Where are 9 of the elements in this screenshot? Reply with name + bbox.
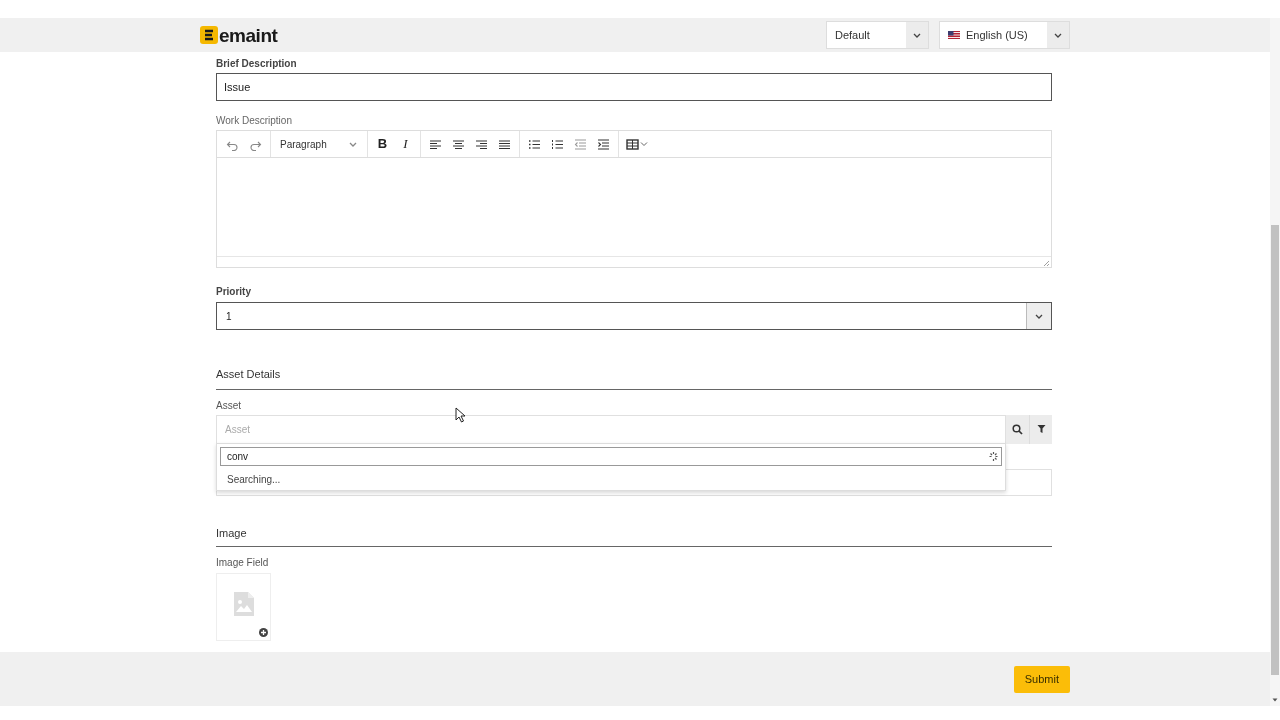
logo-text: emaint xyxy=(219,25,278,45)
field-label: Work Description xyxy=(216,114,292,128)
field-label: Asset xyxy=(216,398,241,413)
field-label: Image Field xyxy=(216,556,269,570)
field-label: Priority xyxy=(216,285,251,299)
section-heading: Image xyxy=(216,525,247,541)
field-label: Brief Description xyxy=(216,57,297,71)
section-heading: Asset Details xyxy=(216,367,281,382)
status-text: Searching... xyxy=(226,472,281,487)
